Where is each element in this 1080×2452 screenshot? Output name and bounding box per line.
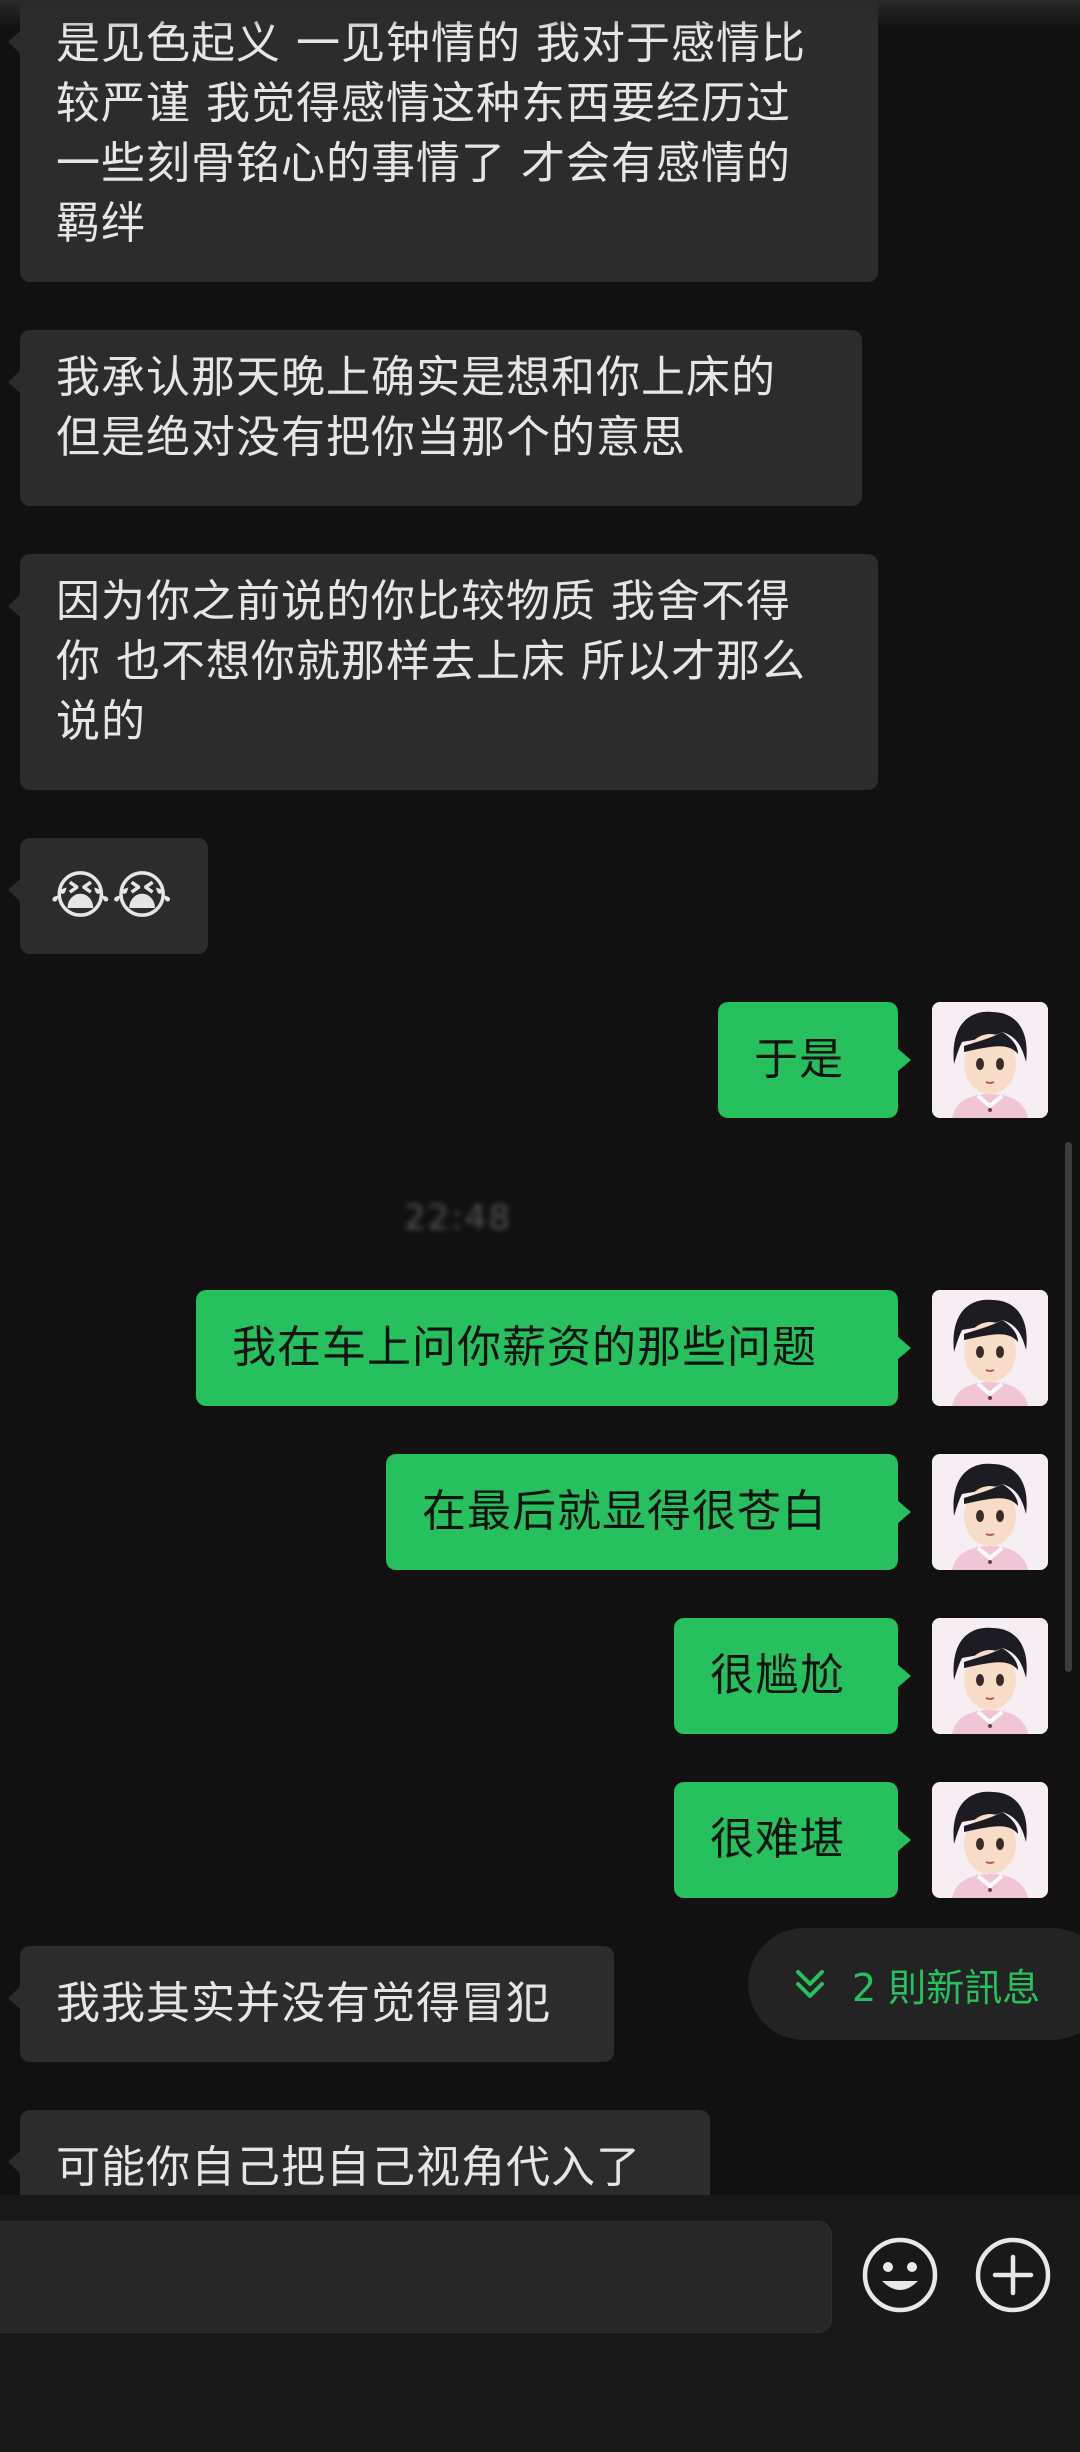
- plus-circle-icon: [975, 2237, 1051, 2313]
- new-messages-label: 2 則新訊息: [852, 1965, 1041, 2010]
- message-bubble-incoming[interactable]: 是见色起义 一见钟情的 我对于感情比 较严谨 我觉得感情这种东西要经历过 一些刻…: [8, 0, 878, 282]
- smiley-face-icon: [862, 2237, 938, 2313]
- message-bubble-outgoing[interactable]: 很难堪: [674, 1782, 911, 1898]
- message-bubble-incoming-emoji[interactable]: 😭😭: [8, 838, 208, 954]
- message-bubble-outgoing[interactable]: 于是: [718, 1002, 911, 1118]
- message-bubble-outgoing[interactable]: 我在车上问你薪资的那些问题: [196, 1290, 911, 1406]
- message-bubble-incoming[interactable]: 因为你之前说的你比较物质 我舍不得 你 也不想你就那样去上床 所以才那么 说的: [8, 554, 878, 790]
- avatar-portrait-icon: [932, 1782, 1048, 1898]
- message-bubble-incoming[interactable]: 我承认那天晚上确实是想和你上床的 但是绝对没有把你当那个的意思: [8, 330, 862, 506]
- message-bubble-incoming[interactable]: 我我其实并没有觉得冒犯: [8, 1946, 614, 2062]
- chat-message-list[interactable]: 是见色起义 一见钟情的 我对于感情比 较严谨 我觉得感情这种东西要经历过 一些刻…: [0, 0, 1080, 2195]
- top-shadow: [0, 0, 1080, 28]
- message-bubble-incoming[interactable]: 可能你自己把自己视角代入了: [8, 2110, 710, 2195]
- scrollbar[interactable]: [1065, 1142, 1072, 1672]
- user-avatar[interactable]: [932, 1454, 1048, 1570]
- message-bubble-outgoing[interactable]: 很尴尬: [674, 1618, 911, 1734]
- message-timestamp: 22:48: [404, 1198, 512, 1238]
- input-bar: [0, 2195, 1080, 2452]
- message-input[interactable]: [0, 2221, 832, 2333]
- user-avatar[interactable]: [932, 1618, 1048, 1734]
- double-chevron-down-icon: [796, 1970, 824, 1998]
- avatar-portrait-icon: [932, 1290, 1048, 1406]
- avatar-portrait-icon: [932, 1618, 1048, 1734]
- avatar-portrait-icon: [932, 1454, 1048, 1570]
- new-messages-button[interactable]: 2 則新訊息: [748, 1928, 1080, 2040]
- message-bubble-outgoing[interactable]: 在最后就显得很苍白: [386, 1454, 911, 1570]
- user-avatar[interactable]: [932, 1290, 1048, 1406]
- avatar-portrait-icon: [932, 1002, 1048, 1118]
- emoji-button[interactable]: [860, 2235, 940, 2315]
- more-button[interactable]: [973, 2235, 1053, 2315]
- user-avatar[interactable]: [932, 1002, 1048, 1118]
- user-avatar[interactable]: [932, 1782, 1048, 1898]
